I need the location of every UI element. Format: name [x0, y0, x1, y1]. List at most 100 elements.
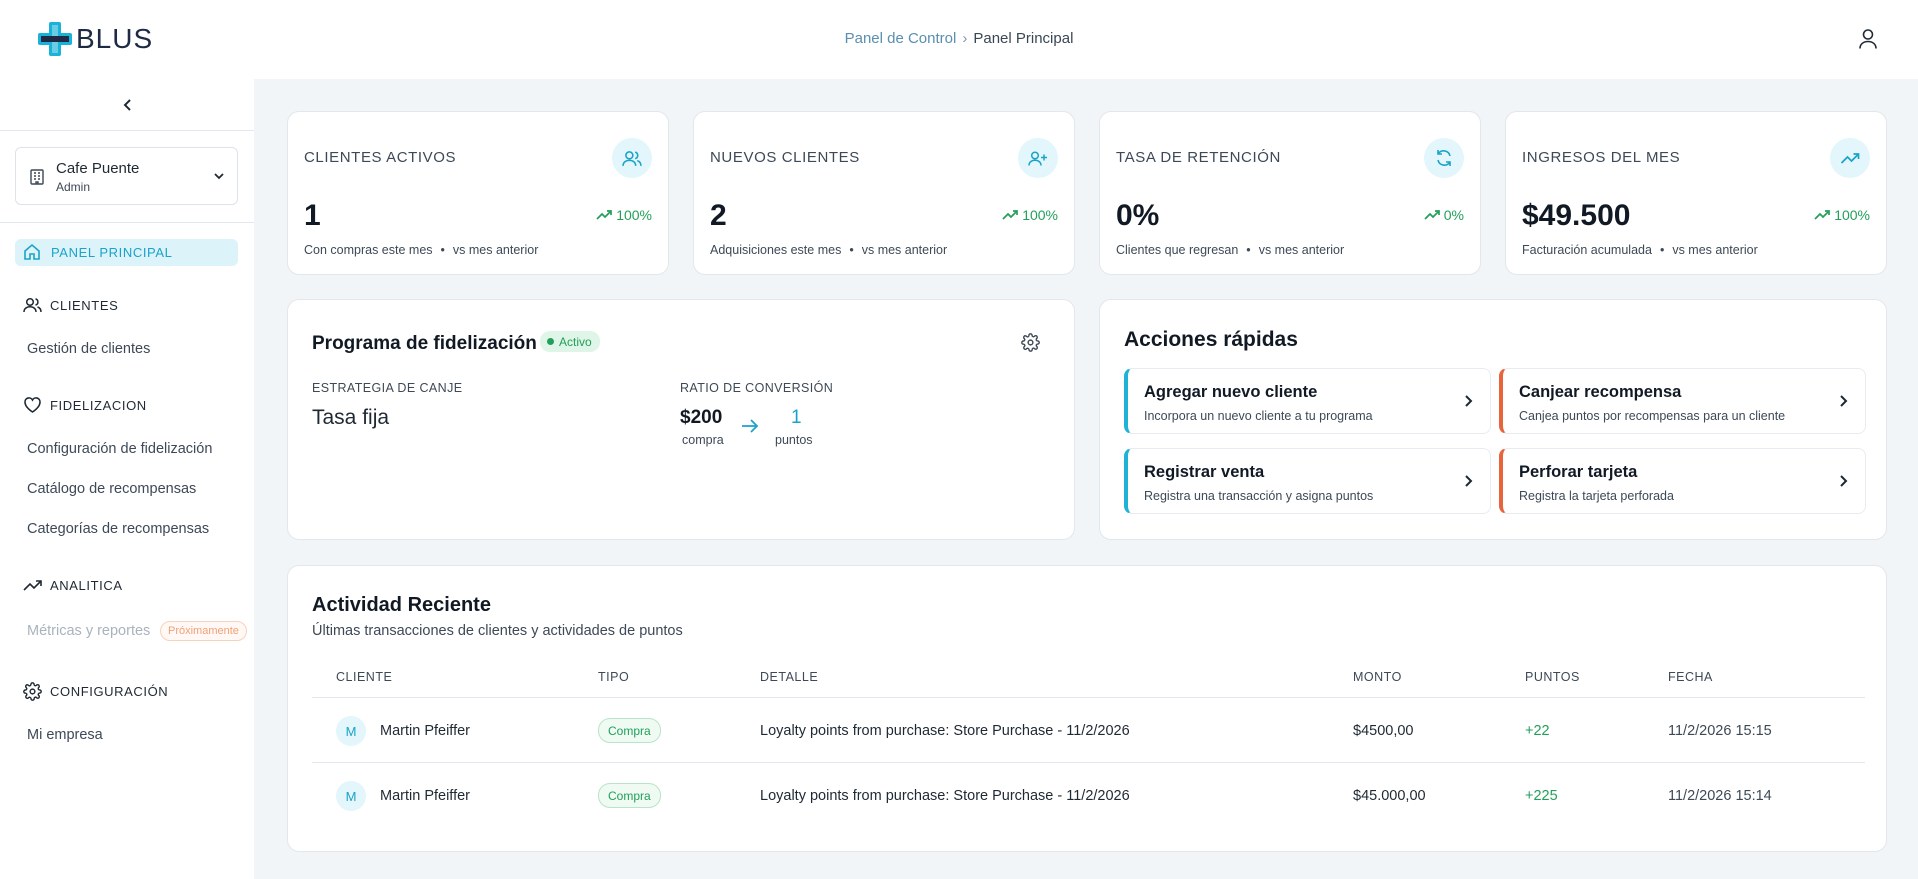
avatar: M [336, 716, 366, 746]
column-header-fecha: FECHA [1668, 670, 1713, 684]
recent-activity-card: Actividad Reciente Últimas transacciones… [287, 565, 1887, 852]
action-description: Canjea puntos por recompensas para un cl… [1519, 409, 1786, 423]
stat-footer: Facturación acumulada • vs mes anterior [1522, 243, 1758, 257]
stat-trend-value: 100% [616, 207, 652, 223]
breadcrumb-parent[interactable]: Panel de Control [845, 30, 957, 47]
stat-trend: 100% [1002, 207, 1058, 223]
date: 11/2/2026 15:14 [1668, 788, 1772, 804]
heart-icon [24, 397, 41, 413]
action-title: Agregar nuevo cliente [1144, 383, 1318, 401]
stat-trend-value: 0% [1443, 207, 1464, 223]
action-title: Perforar tarjeta [1519, 463, 1638, 481]
business-role: Admin [56, 180, 91, 194]
strategy-value: Tasa fija [312, 406, 390, 429]
stat-value: 2 [710, 199, 727, 232]
sidebar-section-configuracion: CONFIGURACIÓN [23, 682, 168, 701]
chevron-right-icon [1465, 475, 1473, 487]
refresh-icon [1437, 150, 1451, 166]
column-header-detalle: DETALLE [760, 670, 819, 684]
points: +225 [1525, 788, 1558, 804]
column-header-cliente: CLIENTE [336, 670, 393, 684]
date: 11/2/2026 15:15 [1668, 723, 1772, 739]
ratio-points-label: puntos [775, 433, 813, 447]
loyalty-program-card: Programa de fidelización Activo ESTRATEG… [287, 299, 1075, 540]
amount: $4500,00 [1353, 723, 1414, 739]
sidebar-section-fidelizacion: FIDELIZACION [23, 396, 147, 414]
stat-icon-badge [1830, 138, 1870, 178]
strategy-label: ESTRATEGIA DE CANJE [312, 381, 463, 395]
gear-icon [23, 682, 42, 701]
sidebar-item-label: PANEL PRINCIPAL [51, 245, 173, 260]
punch-card-action[interactable]: Perforar tarjeta Registra la tarjeta per… [1499, 448, 1866, 514]
stat-card-clientes-activos: CLIENTES ACTIVOS 1 100% Con compras este… [287, 111, 669, 275]
ratio-amount: $200 [680, 407, 723, 428]
stat-card-ingresos-mes: INGRESOS DEL MES $49.500 100% Facturació… [1505, 111, 1887, 275]
column-header-monto: MONTO [1353, 670, 1402, 684]
status-label: Activo [559, 334, 592, 349]
type-badge: Compra [598, 718, 661, 743]
stat-label: INGRESOS DEL MES [1522, 149, 1681, 166]
stat-footer: Con compras este mes • vs mes anterior [304, 243, 539, 257]
sidebar-item-catalogo-recompensas[interactable]: Catálogo de recompensas [27, 481, 196, 497]
breadcrumb: Panel de Control › Panel Principal [0, 30, 1918, 47]
activity-title: Actividad Reciente [312, 594, 491, 616]
loyalty-settings-button[interactable] [1021, 333, 1040, 352]
column-header-puntos: PUNTOS [1525, 670, 1580, 684]
stat-trend: 0% [1424, 207, 1464, 223]
add-client-action[interactable]: Agregar nuevo cliente Incorpora un nuevo… [1124, 368, 1491, 434]
activity-subtitle: Últimas transacciones de clientes y acti… [312, 623, 683, 639]
breadcrumb-current: Panel Principal [973, 30, 1074, 47]
stat-compare: vs mes anterior [452, 243, 539, 257]
chevron-left-icon [123, 99, 131, 111]
user-menu-button[interactable] [1858, 28, 1878, 50]
stat-compare: vs mes anterior [861, 243, 948, 257]
sidebar-section-analitica: ANALITICA [23, 576, 123, 594]
stat-icon-badge [1018, 138, 1058, 178]
register-sale-action[interactable]: Registrar venta Registra una transacción… [1124, 448, 1491, 514]
stat-value: 1 [304, 199, 321, 232]
detail-text: Loyalty points from purchase: Store Purc… [760, 723, 1130, 739]
stat-compare: vs mes anterior [1258, 243, 1345, 257]
stat-trend: 100% [1814, 207, 1870, 223]
top-bar: BLUS Panel de Control › Panel Principal [0, 0, 1918, 79]
sidebar-divider [0, 130, 254, 131]
breadcrumb-separator: › [962, 30, 968, 47]
stat-caption: Clientes que regresan [1116, 243, 1239, 257]
gear-icon [1021, 333, 1040, 352]
sidebar-item-mi-empresa[interactable]: Mi empresa [27, 727, 103, 743]
table-header-divider [312, 697, 1865, 698]
stat-trend: 100% [596, 207, 652, 223]
sidebar-item-categorias-recompensas[interactable]: Categorías de recompensas [27, 521, 209, 537]
status-dot [547, 338, 554, 345]
trending-up-icon [596, 210, 613, 220]
sidebar: Cafe Puente Admin PANEL PRINCIPAL CLIENT… [0, 79, 254, 879]
stat-footer: Adquisiciones este mes • vs mes anterior [710, 243, 948, 257]
stat-value: 0% [1116, 199, 1160, 232]
section-label: ANALITICA [50, 577, 123, 593]
status-badge: Activo [540, 331, 600, 352]
stat-icon-badge [612, 138, 652, 178]
sidebar-collapse-button[interactable] [118, 95, 138, 115]
chevron-right-icon [1840, 475, 1848, 487]
quick-actions-title: Acciones rápidas [1124, 328, 1298, 351]
building-icon [30, 169, 44, 185]
chevron-right-icon [1840, 395, 1848, 407]
sidebar-item-panel-principal[interactable]: PANEL PRINCIPAL [15, 239, 238, 266]
stat-card-nuevos-clientes: NUEVOS CLIENTES 2 100% Adquisiciones est… [693, 111, 1075, 275]
action-description: Registra la tarjeta perforada [1519, 489, 1674, 503]
trending-up-icon [1424, 210, 1440, 220]
sidebar-item-configuracion-fidelizacion[interactable]: Configuración de fidelización [27, 441, 212, 457]
stat-trend-value: 100% [1022, 207, 1058, 223]
stat-icon-badge [1424, 138, 1464, 178]
users-icon [622, 150, 642, 166]
user-icon [1859, 29, 1877, 49]
stat-caption: Con compras este mes [304, 243, 433, 257]
stat-label: NUEVOS CLIENTES [710, 149, 860, 166]
sidebar-item-gestion-clientes[interactable]: Gestión de clientes [27, 341, 150, 357]
sidebar-section-clientes: CLIENTES [23, 296, 118, 314]
user-plus-icon [1028, 150, 1047, 166]
business-name: Cafe Puente [56, 160, 140, 177]
stat-label: TASA DE RETENCIÓN [1116, 149, 1281, 166]
redeem-reward-action[interactable]: Canjear recompensa Canjea puntos por rec… [1499, 368, 1866, 434]
business-selector[interactable]: Cafe Puente Admin [15, 147, 238, 205]
